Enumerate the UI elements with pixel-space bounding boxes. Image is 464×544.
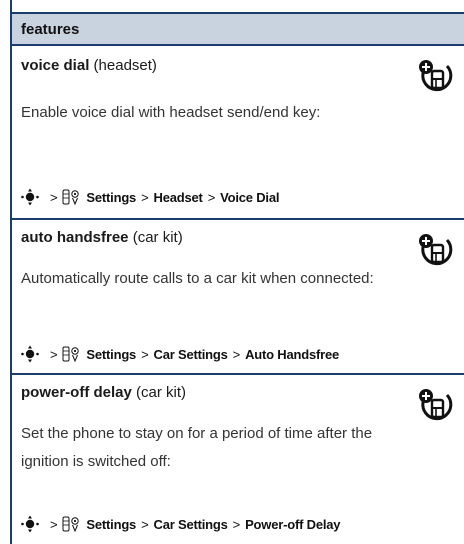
path-step: Headset [153, 189, 203, 205]
path-settings: Settings [86, 346, 137, 362]
path-separator: > [50, 346, 58, 362]
feature-title: voice dial (headset) [21, 56, 157, 76]
feature-title: auto handsfree (car kit) [21, 228, 183, 248]
feature-description: Set the phone to stay on for a period of… [21, 425, 373, 470]
menu-path: > Settings > Car Settings > Auto Handsfr… [21, 345, 339, 363]
nav-key-icon [21, 515, 39, 533]
feature-description: Automatically route calls to a car kit w… [21, 270, 374, 287]
feature-row: voice dial (headset) Enable voice dial w… [12, 46, 464, 218]
path-separator: > [232, 346, 241, 362]
feature-title: power-off delay (car kit) [21, 383, 186, 403]
feature-qualifier: (car kit) [128, 229, 183, 246]
accessory-icon [419, 60, 453, 92]
table-header: features [12, 12, 464, 46]
nav-key-icon [21, 345, 39, 363]
settings-icon [62, 516, 80, 532]
path-separator: > [207, 189, 216, 205]
settings-icon [62, 189, 80, 205]
path-separator: > [141, 189, 149, 205]
menu-path: > Settings > Headset > Voice Dial [21, 188, 279, 206]
feature-table: features voice dial (headset) Enable voi… [0, 0, 464, 544]
settings-icon [62, 346, 80, 362]
path-step: Voice Dial [220, 189, 280, 205]
header-title: features [21, 21, 80, 38]
nav-key-icon [21, 188, 39, 206]
path-settings: Settings [86, 516, 137, 532]
feature-row: power-off delay (car kit) Set the phone … [12, 373, 464, 544]
feature-description: Enable voice dial with headset send/end … [21, 104, 321, 121]
path-separator: > [50, 516, 58, 532]
feature-name: voice dial [21, 57, 90, 74]
menu-path: > Settings > Car Settings > Power-off De… [21, 515, 341, 533]
path-separator: > [232, 516, 241, 532]
accessory-icon [419, 234, 453, 266]
feature-name: auto handsfree [21, 229, 129, 246]
accessory-icon [419, 389, 453, 421]
feature-row: auto handsfree (car kit) Automatically r… [12, 218, 464, 373]
feature-qualifier: (headset) [89, 57, 157, 74]
path-step: Car Settings [153, 346, 228, 362]
path-separator: > [50, 189, 58, 205]
feature-name: power-off delay [21, 384, 132, 401]
path-step: Power-off Delay [245, 516, 341, 532]
path-separator: > [141, 516, 149, 532]
path-step: Car Settings [153, 516, 228, 532]
path-separator: > [141, 346, 149, 362]
path-step: Auto Handsfree [245, 346, 340, 362]
feature-qualifier: (car kit) [131, 384, 187, 401]
path-settings: Settings [86, 189, 137, 205]
